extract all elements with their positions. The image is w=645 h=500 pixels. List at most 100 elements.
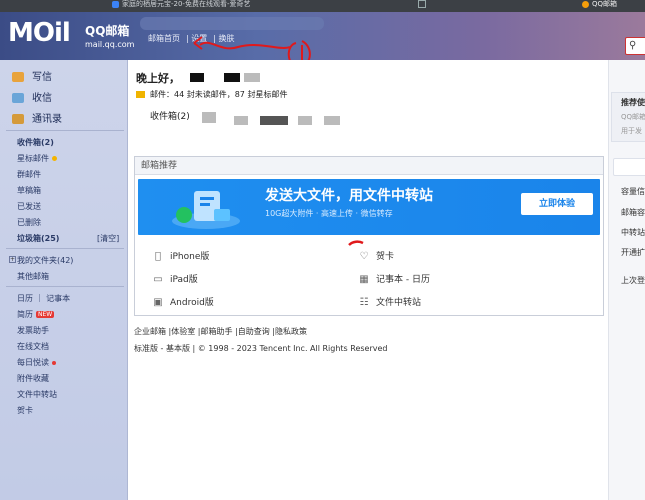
redacted-name: [244, 73, 260, 82]
mail-summary-text[interactable]: 邮件：44 封未读邮件，87 封星标邮件: [150, 90, 287, 99]
divider: [6, 286, 124, 287]
right-item: 上次登: [621, 276, 645, 285]
footer-links[interactable]: 企业邮箱 |体验室 |邮箱助手 |自助查询 |隐私政策: [134, 326, 307, 337]
sidebar-item-calendar[interactable]: 日历 ｜ 记事本: [17, 293, 70, 304]
banner-title: 发送大文件，用文件中转站: [265, 188, 433, 204]
envelope-icon: [136, 91, 145, 98]
right-item: 开通扩: [621, 248, 645, 257]
apple-icon: : [152, 251, 164, 262]
search-icon: ⚲: [629, 40, 637, 51]
app-iphone[interactable]:  iPhone版: [152, 249, 209, 262]
redacted-name: [224, 73, 240, 82]
app-ipad[interactable]: ▭ iPad版: [152, 272, 198, 285]
sidebar-item-drafts[interactable]: 草稿箱: [17, 185, 41, 196]
app-label: 贺卡: [376, 252, 395, 262]
annotation-mark: [348, 240, 364, 246]
app-label: 文件中转站: [376, 298, 422, 308]
receive-label: 收信: [32, 93, 52, 104]
account-address-redacted: [140, 17, 324, 30]
inbox-preview-label[interactable]: 收件箱(2): [150, 109, 190, 122]
heart-icon: ♡: [359, 251, 369, 262]
right-item: 中转站: [621, 228, 645, 237]
sidebar-item-starred[interactable]: 星标邮件: [17, 153, 57, 164]
app-file-transfer[interactable]: ☷ 文件中转站: [358, 295, 422, 308]
calendar-icon: ▦: [359, 274, 369, 285]
receive-button[interactable]: 收信: [12, 89, 52, 104]
sidebar-item-spam[interactable]: 垃圾箱(25): [17, 233, 59, 244]
divider: [6, 248, 124, 249]
sidebar-item-attachments[interactable]: 附件收藏: [17, 373, 49, 384]
mail-summary: 邮件：44 封未读邮件，87 封星标邮件: [136, 89, 287, 100]
try-now-button[interactable]: 立即体验: [521, 193, 593, 215]
qqmail-favicon-icon: [582, 0, 589, 8]
sidebar-item-other-mail[interactable]: 其他邮箱: [17, 271, 49, 282]
app-label: iPhone版: [170, 252, 210, 262]
mail-logo[interactable]: MOil: [8, 18, 71, 48]
redacted-preview: [298, 116, 312, 125]
sidebar-item-sent[interactable]: 已发送: [17, 201, 41, 212]
redacted-preview: [324, 116, 340, 125]
sidebar-item-daily-read[interactable]: 每日悦读: [17, 357, 56, 368]
android-icon: ▣: [153, 297, 163, 308]
main-content: 晚上好， 邮件：44 封未读邮件，87 封星标邮件 收件箱(2) 邮箱推荐 发送…: [128, 60, 608, 500]
right-tab[interactable]: [613, 158, 645, 176]
app-label: 记事本 - 日历: [376, 275, 430, 285]
app-label: iPad版: [170, 275, 198, 285]
search-input[interactable]: ⚲: [625, 37, 645, 55]
greeting: 晚上好，: [136, 72, 180, 85]
right-sub: QQ邮箱: [621, 113, 645, 121]
file-transfer-icon: ☷: [359, 297, 369, 308]
sidebar-item-label: 简历: [17, 310, 33, 319]
new-badge: NEW: [36, 311, 55, 318]
sidebar-item-my-folders[interactable]: 我的文件夹(42): [17, 255, 73, 266]
write-icon: [12, 72, 24, 82]
tab-close-icon[interactable]: [418, 0, 426, 8]
sidebar-item-group[interactable]: 群邮件: [17, 169, 41, 180]
sidebar-item-inbox[interactable]: 收件箱(2): [17, 137, 54, 148]
tablet-icon: ▭: [153, 274, 163, 285]
receive-icon: [12, 93, 24, 103]
star-dot-icon: [52, 156, 57, 161]
browser-tab-qqmail[interactable]: QQ邮箱: [582, 0, 617, 12]
right-panel: 推荐使 QQ邮箱 用于发 容量信 邮箱容 中转站 开通扩 上次登: [608, 60, 645, 500]
clear-spam-link[interactable]: [清空]: [97, 233, 119, 244]
recommend-panel: 邮箱推荐 发送大文件，用文件中转站 10G超大附件 · 高速上传 · 微信转存 …: [134, 156, 604, 316]
app-android[interactable]: ▣ Android版: [152, 295, 214, 308]
sidebar-item-cards[interactable]: 贺卡: [17, 405, 33, 416]
expand-icon[interactable]: +: [9, 256, 16, 263]
app-label: Android版: [170, 298, 214, 308]
banner-subtitle: 10G超大附件 · 高速上传 · 微信转存: [265, 209, 393, 218]
browser-tab[interactable]: 家庭的栖居元宝-20-免费在线观看-爱奇艺: [112, 0, 250, 12]
redacted-preview: [234, 116, 248, 125]
unread-dot-icon: [52, 360, 56, 365]
tab-title: 家庭的栖居元宝-20-免费在线观看-爱奇艺: [122, 0, 251, 8]
browser-tab-bar: 家庭的栖居元宝-20-免费在线观看-爱奇艺 QQ邮箱: [0, 0, 645, 12]
brand-url: mail.qq.com: [85, 40, 135, 49]
sidebar-item-label: 每日悦读: [17, 358, 49, 367]
sidebar-item-docs[interactable]: 在线文档: [17, 341, 49, 352]
recommend-title: 邮箱推荐: [135, 157, 603, 175]
sidebar-item-file-transfer[interactable]: 文件中转站: [17, 389, 57, 400]
right-sub: 用于发: [621, 127, 642, 135]
app-cards[interactable]: ♡ 贺卡: [358, 249, 395, 262]
sidebar-item-invoice[interactable]: 发票助手: [17, 325, 49, 336]
sidebar-item-deleted[interactable]: 已删除: [17, 217, 41, 228]
sidebar-item-label: 星标邮件: [17, 154, 49, 163]
brand-name: QQ邮箱: [85, 24, 130, 38]
redacted-preview: [260, 116, 288, 125]
app-notebook[interactable]: ▦ 记事本 - 日历: [358, 272, 430, 285]
sidebar: 写信 收信 通讯录 收件箱(2) 星标邮件 群邮件 草稿箱 已发送 已删除 垃圾…: [0, 60, 128, 500]
compose-button[interactable]: 写信: [12, 68, 52, 83]
file-transfer-illustration: [172, 191, 240, 229]
sidebar-item-resume[interactable]: 简历 NEW: [17, 309, 55, 320]
right-item: 容量信: [621, 187, 645, 196]
contacts-button[interactable]: 通讯录: [12, 110, 62, 125]
link-mail-home[interactable]: 邮箱首页: [148, 34, 180, 43]
brand-text: QQ邮箱 mail.qq.com: [85, 22, 134, 49]
mail-header: MOil QQ邮箱 mail.qq.com 邮箱首页 | 设置 | 换肤 ⚲: [0, 12, 645, 60]
file-transfer-banner[interactable]: 发送大文件，用文件中转站 10G超大附件 · 高速上传 · 微信转存 立即体验: [138, 179, 600, 235]
contacts-label: 通讯录: [32, 114, 62, 125]
footer-copyright: 标准版 - 基本版 | © 1998 - 2023 Tencent Inc. A…: [134, 344, 388, 353]
contacts-icon: [12, 114, 24, 124]
compose-label: 写信: [32, 72, 52, 83]
